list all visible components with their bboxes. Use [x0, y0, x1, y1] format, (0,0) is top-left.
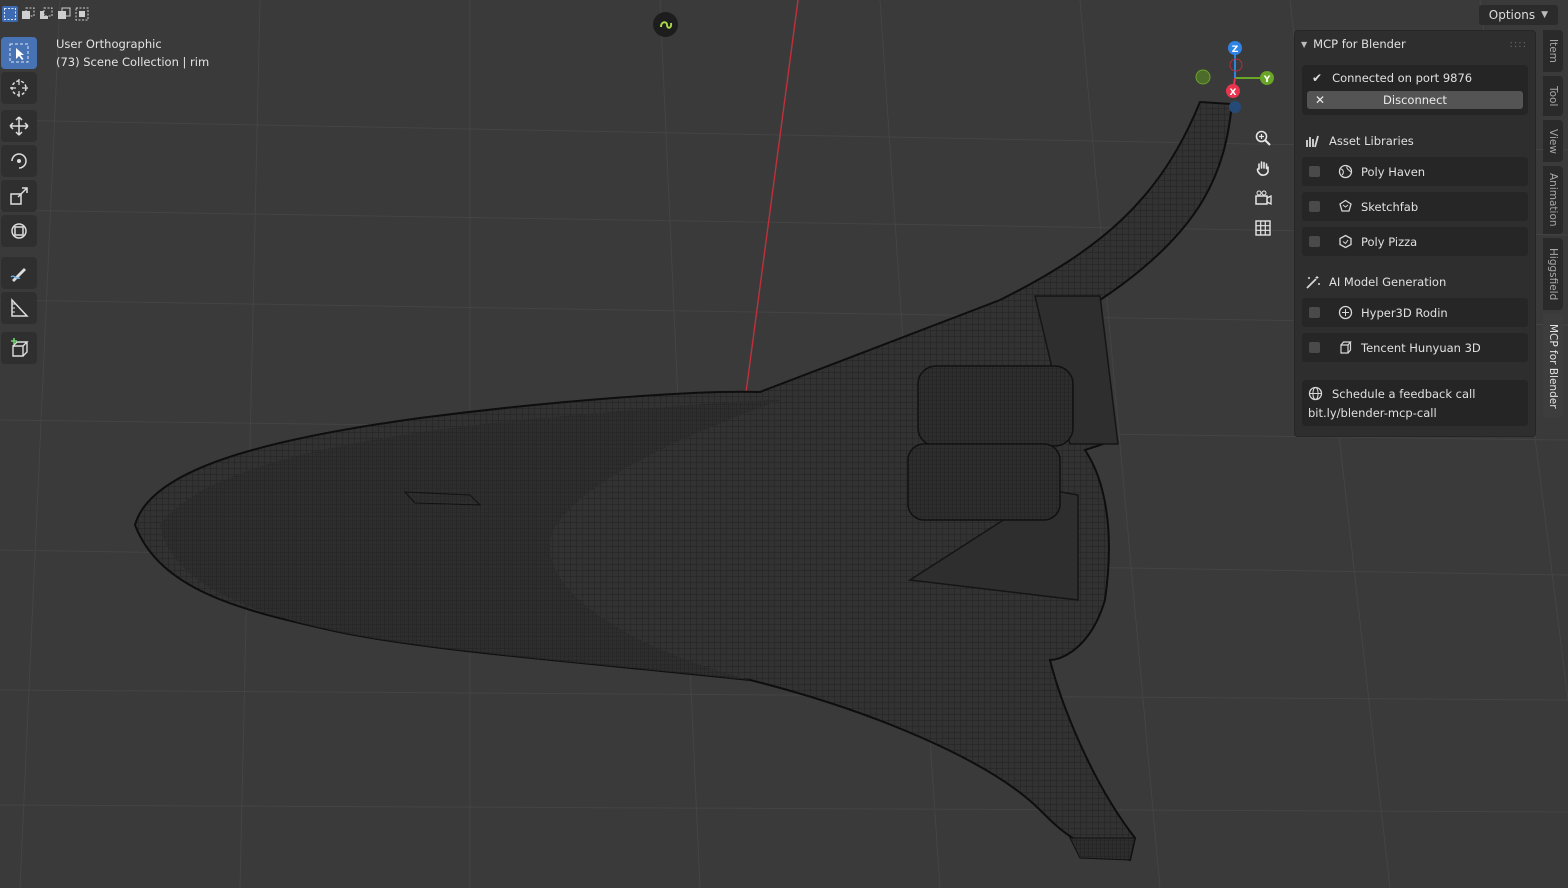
tab-tool[interactable]: Tool	[1543, 76, 1563, 116]
feedback-link[interactable]: bit.ly/blender-mcp-call	[1308, 406, 1437, 420]
sketchfab-label: Sketchfab	[1361, 199, 1419, 214]
tab-higgsfield-label: Higgsfield	[1547, 247, 1559, 301]
tab-item-label: Item	[1547, 39, 1559, 63]
grid-projection-icon[interactable]	[1251, 216, 1275, 240]
asset-library-row-poly-haven[interactable]: Poly Haven	[1302, 157, 1528, 186]
magic-wand-icon	[1306, 276, 1320, 289]
hyper3d-checkbox[interactable]	[1309, 307, 1320, 318]
zoom-icon[interactable]	[1251, 126, 1275, 150]
select-box-intersect-icon[interactable]	[74, 6, 90, 22]
asset-library-row-poly-pizza[interactable]: Poly Pizza	[1302, 227, 1528, 256]
asset-libraries-heading: Asset Libraries	[1305, 134, 1414, 148]
gizmo-x-label: X	[1230, 88, 1237, 98]
collection-info: (73) Scene Collection | rim	[56, 55, 210, 69]
asset-libraries-title: Asset Libraries	[1329, 134, 1414, 148]
cursor-tool-icon[interactable]	[1, 72, 37, 104]
select-box-new-icon[interactable]	[2, 6, 18, 22]
poly-haven-label: Poly Haven	[1361, 164, 1426, 179]
rotate-tool-icon[interactable]	[1, 145, 37, 177]
tab-higgsfield[interactable]: Higgsfield	[1543, 238, 1563, 310]
mcp-panel: ▼ MCP for Blender :::: ✔ Connected on po…	[1294, 30, 1536, 437]
measure-tool-icon[interactable]	[1, 292, 37, 324]
view-name: User Orthographic	[56, 37, 162, 51]
ai-row-tencent-hunyuan[interactable]: Tencent Hunyuan 3D	[1302, 333, 1528, 362]
sketchfab-checkbox[interactable]	[1309, 201, 1320, 212]
checkmark-icon: ✔	[1312, 71, 1323, 85]
select-mode-group	[2, 6, 90, 22]
pan-hand-icon[interactable]	[1251, 156, 1275, 180]
snapping-icon[interactable]	[653, 12, 678, 37]
connection-status: Connected on port 9876	[1332, 71, 1473, 85]
navigation-gizmo[interactable]: Z Y X	[1190, 38, 1282, 120]
annotate-tool-icon[interactable]	[1, 257, 37, 289]
select-box-extend-icon[interactable]	[20, 6, 36, 22]
asset-library-row-sketchfab[interactable]: Sketchfab	[1302, 192, 1528, 221]
sketchfab-icon	[1337, 199, 1353, 215]
camera-view-icon[interactable]	[1251, 186, 1275, 210]
ai-row-hyper3d-rodin[interactable]: Hyper3D Rodin	[1302, 298, 1528, 327]
tab-tool-label: Tool	[1547, 85, 1559, 107]
poly-pizza-checkbox[interactable]	[1309, 236, 1320, 247]
hyper3d-label: Hyper3D Rodin	[1361, 305, 1448, 320]
transform-tool-icon[interactable]	[1, 215, 37, 247]
poly-pizza-label: Poly Pizza	[1361, 234, 1418, 249]
feedback-title: Schedule a feedback call	[1332, 386, 1476, 401]
add-cube-tool-icon[interactable]	[1, 332, 37, 364]
ai-generation-heading: AI Model Generation	[1305, 275, 1446, 289]
tab-mcp-for-blender[interactable]: MCP for Blender	[1543, 314, 1563, 418]
tab-view[interactable]: View	[1543, 120, 1563, 162]
tab-mcp-label: MCP for Blender	[1547, 323, 1559, 409]
panel-title: MCP for Blender	[1313, 37, 1406, 51]
connection-box: ✔ Connected on port 9876 ✕ Disconnect	[1302, 65, 1528, 115]
tab-view-label: View	[1547, 128, 1559, 154]
polypizza-icon	[1337, 234, 1353, 250]
poly-haven-checkbox[interactable]	[1309, 166, 1320, 177]
disconnect-button[interactable]: ✕ Disconnect	[1307, 91, 1523, 109]
select-box-subtract-icon[interactable]	[38, 6, 54, 22]
tab-animation[interactable]: Animation	[1543, 166, 1563, 234]
panel-header[interactable]: ▼ MCP for Blender	[1301, 37, 1406, 51]
feedback-box[interactable]: Schedule a feedback call bit.ly/blender-…	[1302, 380, 1528, 426]
chevron-down-icon: ▼	[1541, 10, 1548, 20]
hunyuan-label: Tencent Hunyuan 3D	[1361, 340, 1481, 355]
disconnect-label: Disconnect	[1383, 93, 1447, 107]
select-box-tool-icon[interactable]	[1, 37, 37, 69]
cube-outline-icon	[1337, 340, 1353, 356]
globe-link-icon	[1308, 386, 1323, 401]
gizmo-y-label: Y	[1263, 75, 1271, 85]
asset-library-icon	[1306, 135, 1319, 148]
chevron-down-icon: ▼	[1301, 39, 1308, 49]
select-box-invert-icon[interactable]	[56, 6, 72, 22]
hyper3d-icon	[1337, 305, 1353, 321]
options-label: Options	[1488, 8, 1536, 22]
drag-handle-icon[interactable]: ::::	[1510, 39, 1527, 50]
gizmo-z-label: Z	[1232, 45, 1239, 55]
ai-generation-title: AI Model Generation	[1329, 275, 1447, 289]
globe-icon	[1337, 164, 1353, 180]
options-dropdown[interactable]: Options ▼	[1478, 5, 1558, 25]
tab-animation-label: Animation	[1547, 173, 1559, 227]
scale-tool-icon[interactable]	[1, 180, 37, 212]
tab-item[interactable]: Item	[1543, 30, 1563, 72]
move-tool-icon[interactable]	[1, 110, 37, 142]
hunyuan-checkbox[interactable]	[1309, 342, 1320, 353]
